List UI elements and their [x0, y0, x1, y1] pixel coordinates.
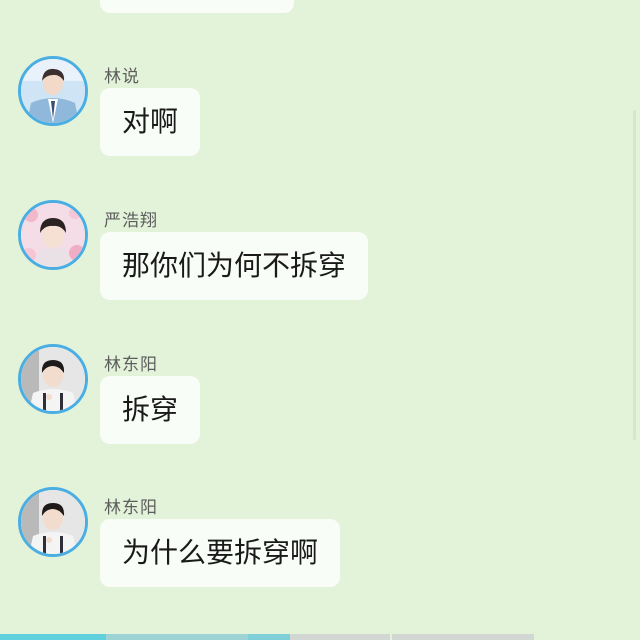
scrollbar[interactable] [633, 110, 636, 440]
message-bubble[interactable]: 对啊 [100, 88, 201, 156]
message-bubble[interactable]: 那你们为何不拆穿 [100, 232, 369, 300]
sender-avatar[interactable] [18, 200, 88, 270]
avatar-schoolboy-icon [21, 59, 85, 123]
avatar-boy-suspenders-icon [21, 490, 85, 554]
sender-avatar[interactable] [18, 344, 88, 414]
sender-avatar[interactable] [18, 487, 88, 557]
sender-name: 林说 [104, 67, 140, 87]
sender-avatar[interactable] [18, 56, 88, 126]
chat-message-list[interactable]: 林说 对啊 严浩翔 那你们为何不拆穿 林东阳 拆穿 林东阳 为什么要拆穿啊 [0, 0, 640, 640]
message-bubble-partial[interactable] [100, 0, 294, 13]
avatar-boy-suspenders-icon [21, 347, 85, 411]
message-bubble[interactable]: 拆穿 [100, 376, 201, 444]
message-bubble[interactable]: 为什么要拆穿啊 [100, 519, 341, 587]
sender-name: 严浩翔 [104, 211, 158, 231]
sender-name: 林东阳 [104, 355, 158, 375]
sender-name: 林东阳 [104, 498, 158, 518]
avatar-boy-flowers-icon [21, 203, 85, 267]
bottom-progress-strip [0, 634, 640, 640]
